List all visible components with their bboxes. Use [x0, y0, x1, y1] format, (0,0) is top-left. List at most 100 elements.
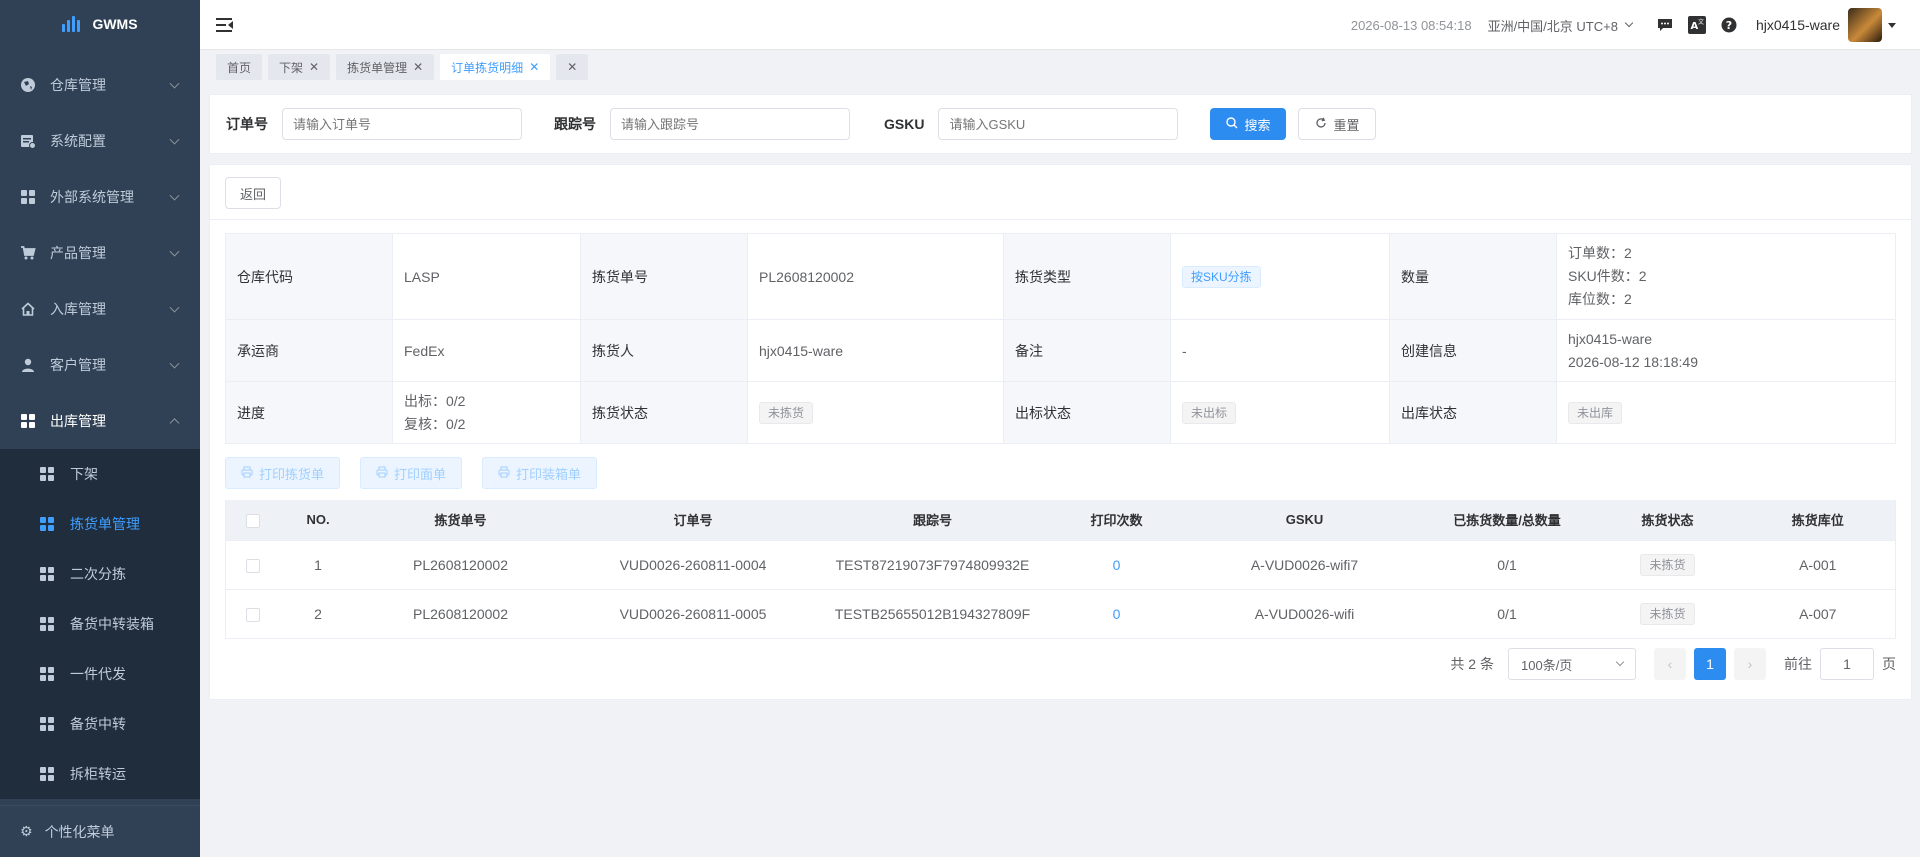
menu-toggle-icon[interactable] [216, 17, 234, 32]
carrier-value: FedEx [392, 319, 581, 382]
sku-count: SKU件数：2 [1568, 268, 1647, 284]
grid-icon [40, 767, 54, 781]
sidebar-subitem-label: 一件代发 [70, 666, 126, 682]
personalize-menu-button[interactable]: ⚙ 个性化菜单 [0, 805, 200, 857]
created-info-label: 创建信息 [1389, 319, 1557, 382]
row-checkbox[interactable] [245, 558, 260, 573]
quantity-value: 订单数：2 SKU件数：2 库位数：2 [1556, 233, 1896, 320]
select-all-checkbox[interactable] [245, 513, 260, 528]
cell-tracking-no: TESTB25655012B194327809F [821, 589, 1044, 639]
pick-status-badge: 未拣货 [759, 401, 814, 424]
reset-button[interactable]: 重置 [1298, 108, 1377, 140]
close-icon[interactable]: ✕ [413, 61, 423, 73]
page-size-select[interactable]: 100条/页 [1508, 648, 1636, 680]
location-count: 库位数：2 [1568, 291, 1632, 307]
print-packing-list-button[interactable]: 打印装箱单 [482, 457, 598, 489]
remark-label: 备注 [1003, 319, 1171, 382]
cell-gsku: A-VUD0026-wifi [1189, 589, 1420, 639]
globe-icon [20, 77, 36, 93]
gsku-input[interactable] [938, 108, 1179, 140]
tag-order-pick-detail[interactable]: 订单拣货明细 ✕ [440, 54, 551, 80]
sidebar: GWMS 仓库管理 系统配置 外部系统管理 产品管理 入库管理 客户管理 出库管… [0, 0, 200, 857]
page-number-button[interactable]: 1 [1694, 648, 1726, 680]
column-header: 已拣货数量/总数量 [1419, 500, 1595, 541]
print-packing-list-label: 打印装箱单 [516, 466, 582, 482]
order-count: 订单数：2 [1568, 245, 1632, 261]
translate-icon[interactable]: A文 [1687, 16, 1706, 34]
label-status-label: 出标状态 [1003, 381, 1171, 444]
next-page-button[interactable]: › [1734, 648, 1766, 680]
created-info-value: hjx0415-ware 2026-08-12 18:18:49 [1556, 319, 1896, 382]
sidebar-item-inbound[interactable]: 入库管理 [0, 281, 200, 337]
cell-print-count[interactable]: 0 [1113, 557, 1121, 573]
search-button-label: 搜索 [1244, 117, 1271, 133]
caret-down-icon[interactable] [1888, 22, 1896, 28]
back-button[interactable]: 返回 [225, 177, 282, 209]
close-all-tags-button[interactable]: ✕ [556, 54, 589, 80]
timezone-select[interactable]: 亚洲/中国/北京 UTC+8 [1488, 16, 1634, 35]
tag-pick-list[interactable]: 拣货单管理 ✕ [336, 54, 435, 80]
app-logo[interactable]: GWMS [0, 0, 200, 48]
pick-status-label: 拣货状态 [580, 381, 748, 444]
sidebar-item-outbound[interactable]: 出库管理 [0, 393, 200, 449]
pick-orders-table: NO. 拣货单号 订单号 跟踪号 打印次数 GSKU 已拣货数量/总数量 拣货状… [225, 500, 1896, 639]
sidebar-item-external-systems[interactable]: 外部系统管理 [0, 169, 200, 225]
detail-panel: 返回 仓库代码 LASP 拣货单号 PL2608120002 拣货类型 按SKU… [209, 164, 1912, 700]
goto-page-input[interactable] [1820, 648, 1874, 680]
logo-text: GWMS [92, 16, 138, 32]
sidebar-subitem-pick-list[interactable]: 拣货单管理 [0, 499, 200, 549]
chevron-down-icon [1624, 18, 1634, 28]
table-row: 2 PL2608120002 VUD0026-260811-0005 TESTB… [225, 589, 1896, 639]
sidebar-subitem-putaway[interactable]: 下架 [0, 449, 200, 499]
cell-picked-qty: 0/1 [1419, 540, 1595, 590]
cell-gsku: A-VUD0026-wifi7 [1189, 540, 1420, 590]
pick-type-label: 拣货类型 [1003, 233, 1171, 320]
help-icon[interactable]: ? [1720, 16, 1738, 34]
table-row: 1 PL2608120002 VUD0026-260811-0004 TEST8… [225, 540, 1896, 590]
sidebar-item-label: 产品管理 [50, 245, 106, 261]
chevron-down-icon [169, 246, 180, 257]
cell-print-count[interactable]: 0 [1113, 606, 1121, 622]
user-name[interactable]: hjx0415-ware [1756, 17, 1840, 33]
search-button[interactable]: 搜索 [1210, 108, 1287, 140]
tag-putaway[interactable]: 下架 ✕ [268, 54, 331, 80]
search-panel: 订单号 跟踪号 GSKU 搜索 重置 [209, 94, 1912, 154]
tag-label: 下架 [279, 60, 304, 75]
tags-view: 首页 下架 ✕ 拣货单管理 ✕ 订单拣货明细 ✕ ✕ [200, 50, 1920, 84]
print-label-button[interactable]: 打印面单 [360, 457, 463, 489]
cell-pick-no: PL2608120002 [356, 589, 565, 639]
cell-tracking-no: TEST87219073F7974809932E [821, 540, 1044, 590]
sidebar-item-system-config[interactable]: 系统配置 [0, 113, 200, 169]
sidebar-subitem-stock-transfer-packing[interactable]: 备货中转装箱 [0, 599, 200, 649]
avatar[interactable] [1848, 8, 1882, 42]
sidebar-subitem-devanning[interactable]: 拆柜转运 [0, 749, 200, 799]
submenu-outbound: 下架 拣货单管理 二次分拣 备货中转装箱 一件代发 备货中转 拆柜转运 [0, 449, 200, 799]
row-checkbox[interactable] [245, 607, 260, 622]
sidebar-subitem-dropship[interactable]: 一件代发 [0, 649, 200, 699]
close-icon[interactable]: ✕ [529, 61, 539, 73]
sidebar-subitem-label: 备货中转装箱 [70, 616, 154, 632]
sidebar-subitem-secondary-sort[interactable]: 二次分拣 [0, 549, 200, 599]
sidebar-item-label: 客户管理 [50, 357, 106, 373]
message-icon[interactable] [1656, 16, 1674, 34]
printer-icon [376, 466, 388, 481]
order-no-input[interactable] [282, 108, 522, 140]
tag-home[interactable]: 首页 [216, 54, 263, 80]
sidebar-item-warehouse[interactable]: 仓库管理 [0, 57, 200, 113]
prev-page-button[interactable]: ‹ [1654, 648, 1686, 680]
sidebar-item-label: 出库管理 [50, 413, 106, 429]
quantity-label: 数量 [1389, 233, 1557, 320]
chevron-down-icon [169, 78, 180, 89]
cart-icon [20, 245, 36, 261]
sidebar-item-customers[interactable]: 客户管理 [0, 337, 200, 393]
print-pick-list-button[interactable]: 打印拣货单 [225, 457, 341, 489]
tracking-no-input[interactable] [610, 108, 850, 140]
sidebar-subitem-stock-transfer[interactable]: 备货中转 [0, 699, 200, 749]
divider [210, 219, 1911, 220]
chevron-down-icon [169, 134, 180, 145]
progress-label-out: 出标：0/2 [404, 392, 466, 409]
grid-icon [40, 517, 54, 531]
sidebar-item-products[interactable]: 产品管理 [0, 225, 200, 281]
printer-icon [241, 466, 253, 481]
close-icon[interactable]: ✕ [309, 61, 319, 73]
